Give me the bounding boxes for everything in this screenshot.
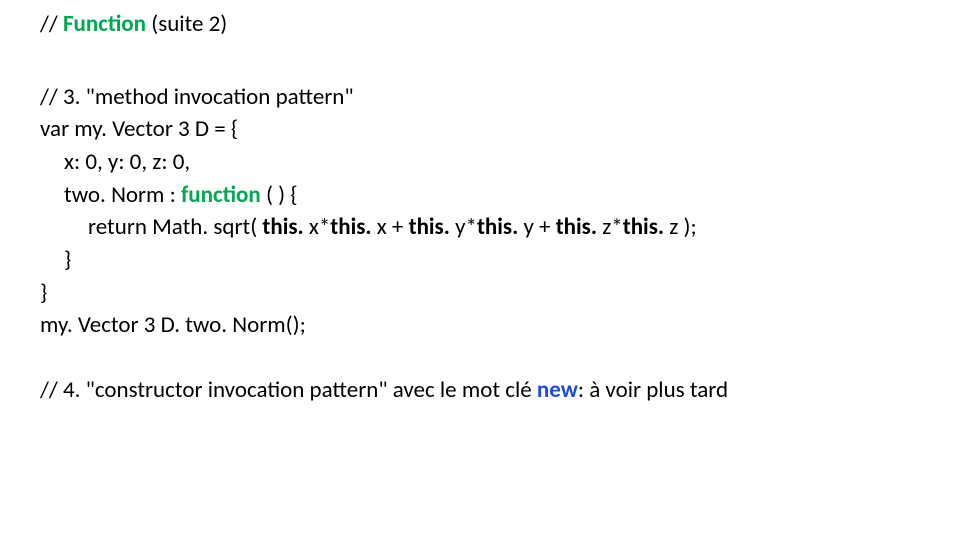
text: x* xyxy=(309,213,330,241)
text: ( ) { xyxy=(266,181,298,209)
text: y + xyxy=(523,213,555,241)
code-line: two. Norm : function ( ) { xyxy=(40,179,930,212)
text: two. Norm : xyxy=(64,181,181,209)
title-prefix: // xyxy=(40,10,63,38)
code-line: } xyxy=(40,277,930,310)
code-line: var my. Vector 3 D = { xyxy=(40,113,930,146)
keyword-function: function xyxy=(181,181,266,209)
keyword-this: this. xyxy=(409,213,455,241)
code-block-3: // 3. "method invocation pattern" var my… xyxy=(40,81,930,342)
keyword-this: this. xyxy=(262,213,308,241)
text: x + xyxy=(377,213,409,241)
code-line: x: 0, y: 0, z: 0, xyxy=(40,146,930,179)
code-line: // 4. "constructor invocation pattern" a… xyxy=(40,374,930,407)
title-suffix: (suite 2) xyxy=(151,10,227,38)
text: return Math. sqrt( xyxy=(88,213,262,241)
keyword-new: new xyxy=(537,376,578,404)
keyword-this: this. xyxy=(477,213,523,241)
keyword-this: this. xyxy=(556,213,602,241)
text: : à voir plus tard xyxy=(578,376,728,404)
text: z ); xyxy=(669,213,696,241)
code-line: } xyxy=(40,244,930,277)
code-block-4: // 4. "constructor invocation pattern" a… xyxy=(40,374,930,407)
slide-title: // Function (suite 2) xyxy=(40,8,930,41)
text: // 4. "constructor invocation pattern" a… xyxy=(40,376,537,404)
keyword-this: this. xyxy=(623,213,669,241)
title-keyword: Function xyxy=(63,10,151,38)
text: y* xyxy=(455,213,477,241)
slide: // Function (suite 2) // 3. "method invo… xyxy=(0,0,960,407)
keyword-this: this. xyxy=(330,213,376,241)
code-line: my. Vector 3 D. two. Norm(); xyxy=(40,309,930,342)
code-line: // 3. "method invocation pattern" xyxy=(40,81,930,114)
spacer xyxy=(40,342,930,374)
code-line: return Math. sqrt( this. x*this. x + thi… xyxy=(40,211,930,244)
text: z* xyxy=(602,213,623,241)
